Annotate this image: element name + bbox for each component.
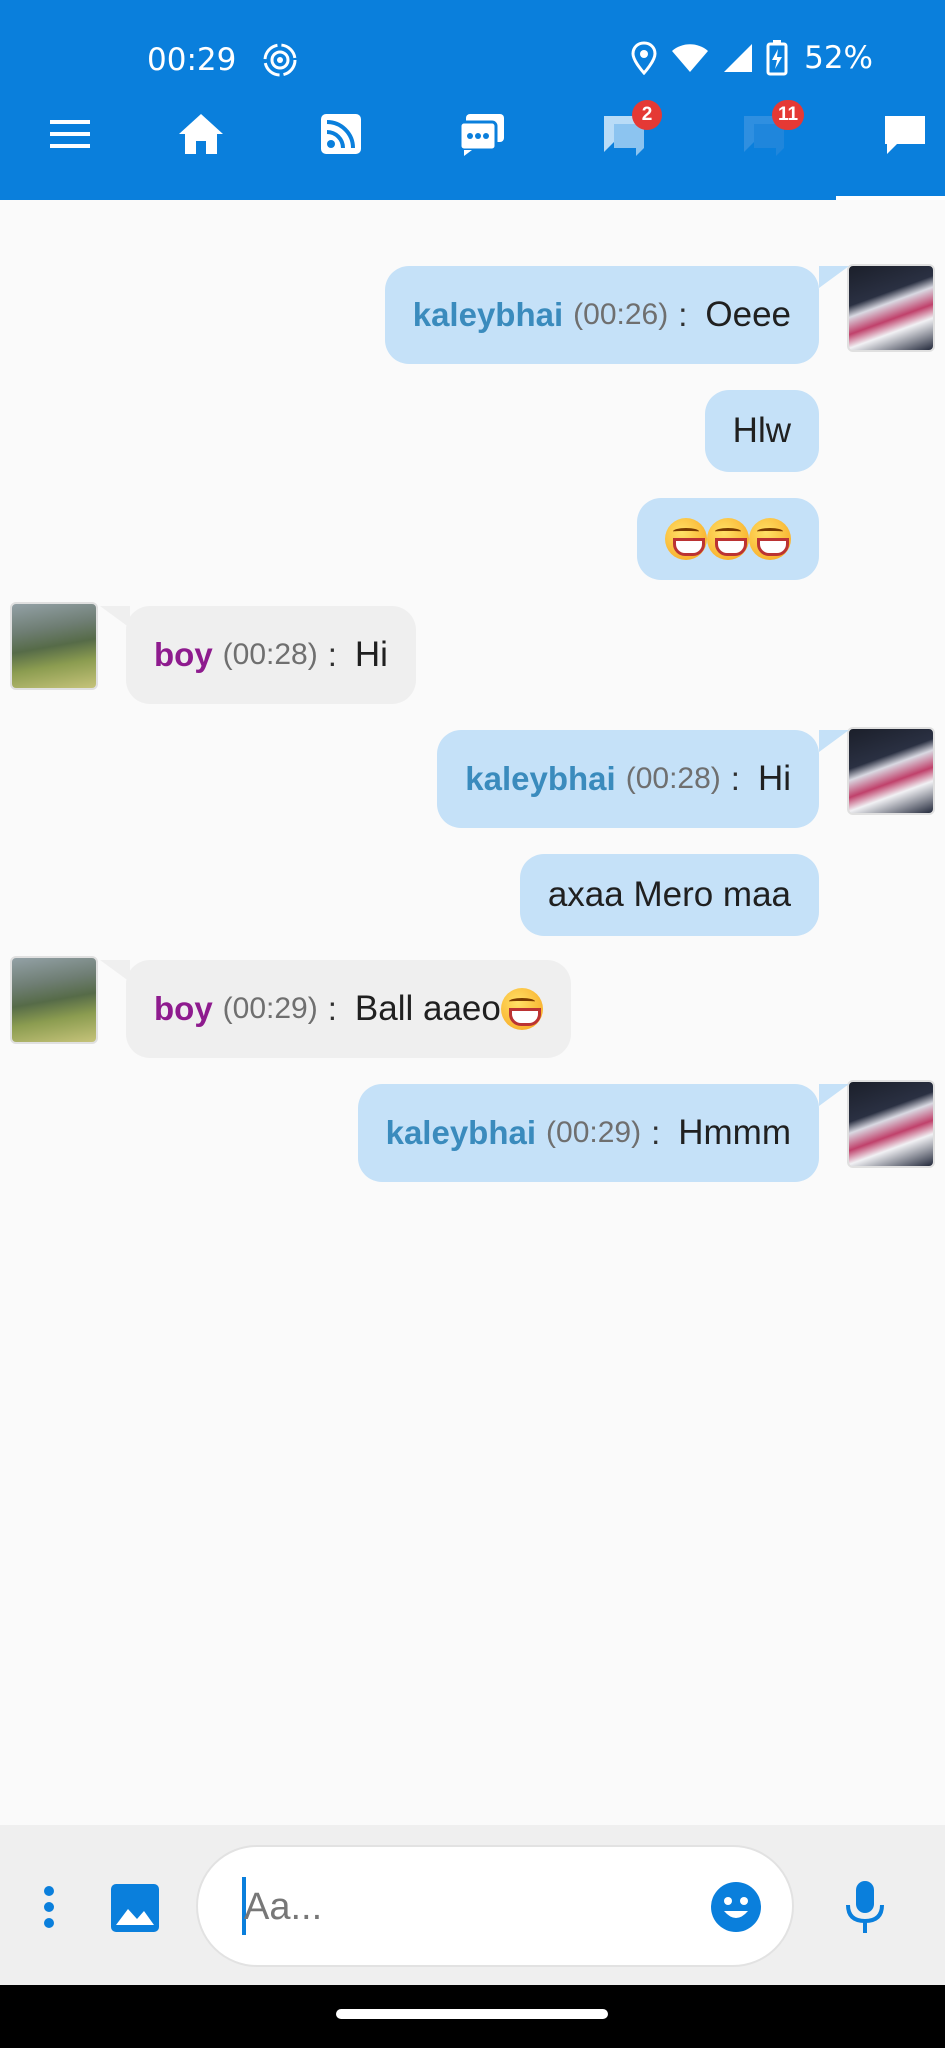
message-text: Ball aaeo <box>354 989 501 1028</box>
message-text: Hi <box>354 635 388 674</box>
grinning-squint-face-icon <box>665 518 707 560</box>
hotspot-icon <box>263 43 297 77</box>
avatar[interactable] <box>10 956 98 1044</box>
grinning-squint-face-icon <box>500 988 543 1030</box>
message-bubble[interactable] <box>637 498 819 580</box>
message-text: Hmmm <box>678 1113 791 1152</box>
emoji-icon[interactable] <box>710 1881 762 1933</box>
image-icon[interactable] <box>108 1881 162 1935</box>
sender-nick[interactable]: kaleybhai <box>465 760 615 798</box>
separator: : <box>327 990 337 1027</box>
avatar[interactable] <box>847 727 935 815</box>
message-text: axaa Mero maa <box>547 875 791 914</box>
avatar[interactable] <box>847 1080 935 1168</box>
menu-icon <box>50 120 90 148</box>
messages-icon <box>458 114 504 156</box>
message-bubble[interactable]: kaleybhai (00:29) : Hmmm <box>357 1084 819 1182</box>
grinning-squint-face-icon <box>707 518 749 560</box>
avatar[interactable] <box>10 602 98 690</box>
unread-badge: 11 <box>772 100 805 130</box>
signal-icon <box>724 44 753 72</box>
message-bubble[interactable]: kaleybhai (00:26) : Oeee <box>384 266 819 364</box>
message-time: (00:28) <box>222 638 318 671</box>
unread-badge: 2 <box>632 100 662 130</box>
grinning-squint-face-icon <box>749 518 791 560</box>
message-input-wrapper[interactable] <box>196 1845 794 1967</box>
sender-nick[interactable]: boy <box>154 990 213 1028</box>
battery-percent: 52% <box>804 40 873 76</box>
message-bubble[interactable]: boy (00:28) : Hi <box>126 606 416 704</box>
battery-charging-icon <box>766 40 788 76</box>
location-icon <box>631 41 657 75</box>
message-bubble[interactable]: kaleybhai (00:28) : Hi <box>437 730 819 828</box>
message-bubble[interactable]: axaa Mero maa <box>519 854 819 936</box>
message-text: Oeee <box>705 295 791 334</box>
separator: : <box>651 1114 661 1151</box>
chat-list[interactable]: kaleybhai (00:26) : Oeee Hlw boy (00:28)… <box>0 200 945 1825</box>
nav-private-chats[interactable]: 2 <box>574 100 674 200</box>
nav-chat[interactable] <box>855 100 945 200</box>
message-bubble[interactable]: Hlw <box>704 390 819 472</box>
chat-icon <box>885 116 925 154</box>
message-bubble[interactable]: boy (00:29) : Ball aaeo <box>126 960 571 1058</box>
message-time: (00:29) <box>222 992 318 1025</box>
sender-nick[interactable]: kaleybhai <box>386 1114 536 1152</box>
home-indicator[interactable] <box>336 2009 608 2019</box>
nav-home[interactable] <box>151 100 251 200</box>
nav-rooms[interactable]: 11 <box>714 100 814 200</box>
sender-nick[interactable]: kaleybhai <box>413 296 563 334</box>
status-time: 00:29 <box>147 42 237 78</box>
message-time: (00:29) <box>546 1116 642 1149</box>
more-vert-icon[interactable] <box>34 1883 64 1931</box>
composer-bar <box>0 1825 945 1985</box>
wifi-icon <box>672 44 709 72</box>
rss-icon <box>321 114 361 154</box>
separator: : <box>678 296 688 333</box>
avatar[interactable] <box>847 264 935 352</box>
status-bar: 00:29 52% <box>0 38 945 86</box>
nav-menu[interactable] <box>20 100 120 200</box>
message-input[interactable] <box>244 1877 664 1937</box>
gesture-bar <box>0 1985 945 2048</box>
top-bar: 00:29 52% 2 11 <box>0 0 945 200</box>
separator: : <box>327 636 337 673</box>
separator: : <box>730 760 740 797</box>
bubble-tail <box>819 266 849 288</box>
sender-nick[interactable]: boy <box>154 636 213 674</box>
message-time: (00:26) <box>573 298 669 331</box>
bubble-tail <box>819 730 849 752</box>
bubble-tail <box>819 1084 849 1106</box>
nav-feed[interactable] <box>291 100 391 200</box>
message-time: (00:28) <box>625 762 721 795</box>
home-icon <box>179 114 223 154</box>
nav-messages[interactable] <box>432 100 532 200</box>
nav-bar: 2 11 <box>0 100 945 200</box>
message-text: Hlw <box>732 411 791 450</box>
message-text: Hi <box>757 759 791 798</box>
status-right: 52% <box>630 40 873 76</box>
mic-icon[interactable] <box>840 1879 890 1935</box>
